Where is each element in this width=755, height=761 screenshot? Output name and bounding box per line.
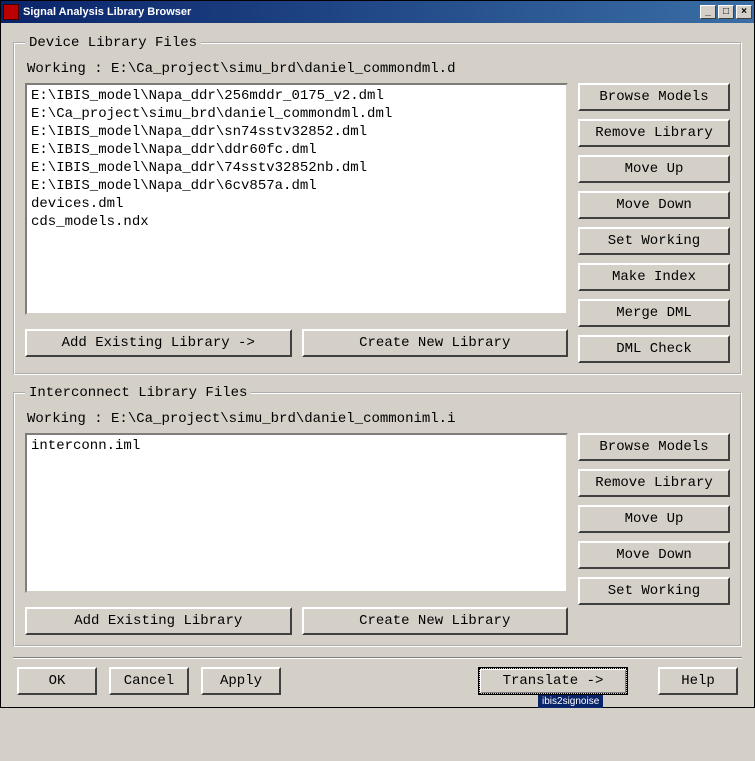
interconnect-side-buttons: Browse Models Remove Library Move Up Mov… [578,433,730,605]
interconnect-library-group: Interconnect Library Files Working : E:\… [13,385,742,647]
list-item[interactable]: E:\IBIS_model\Napa_ddr\ddr60fc.dml [31,141,562,159]
device-working-path: E:\Ca_project\simu_brd\daniel_commondml.… [111,61,455,77]
remove-library-button[interactable]: Remove Library [578,469,730,497]
translate-tooltip: ibis2signoise [538,695,603,708]
interconnect-working-line: Working : E:\Ca_project\simu_brd\daniel_… [27,411,730,427]
move-up-button[interactable]: Move Up [578,505,730,533]
window-controls: _ □ × [700,5,752,19]
move-down-button[interactable]: Move Down [578,541,730,569]
device-library-legend: Device Library Files [25,35,201,51]
window-title: Signal Analysis Library Browser [23,6,700,18]
add-existing-library-button[interactable]: Add Existing Library [25,607,292,635]
cancel-button[interactable]: Cancel [109,667,189,695]
list-item[interactable]: cds_models.ndx [31,213,562,231]
make-index-button[interactable]: Make Index [578,263,730,291]
help-button[interactable]: Help [658,667,738,695]
app-icon [3,4,19,20]
client-area: Device Library Files Working : E:\Ca_pro… [1,23,754,707]
list-item[interactable]: E:\IBIS_model\Napa_ddr\6cv857a.dml [31,177,562,195]
device-working-line: Working : E:\Ca_project\simu_brd\daniel_… [27,61,730,77]
app-window: Signal Analysis Library Browser _ □ × De… [0,0,755,708]
interconnect-working-label: Working : [27,411,103,427]
remove-library-button[interactable]: Remove Library [578,119,730,147]
list-item[interactable]: devices.dml [31,195,562,213]
set-working-button[interactable]: Set Working [578,577,730,605]
device-working-label: Working : [27,61,103,77]
device-library-group: Device Library Files Working : E:\Ca_pro… [13,35,742,375]
create-new-library-button[interactable]: Create New Library [302,329,569,357]
list-item[interactable]: E:\IBIS_model\Napa_ddr\256mddr_0175_v2.d… [31,87,562,105]
create-new-library-button[interactable]: Create New Library [302,607,569,635]
titlebar: Signal Analysis Library Browser _ □ × [1,1,754,23]
move-up-button[interactable]: Move Up [578,155,730,183]
apply-button[interactable]: Apply [201,667,281,695]
merge-dml-button[interactable]: Merge DML [578,299,730,327]
list-item[interactable]: interconn.iml [31,437,562,455]
dml-check-button[interactable]: DML Check [578,335,730,363]
add-existing-library-button[interactable]: Add Existing Library -> [25,329,292,357]
device-side-buttons: Browse Models Remove Library Move Up Mov… [578,83,730,363]
separator [13,657,742,659]
browse-models-button[interactable]: Browse Models [578,433,730,461]
footer-buttons: OK Cancel Apply Translate -> Help ibis2s… [13,663,742,695]
browse-models-button[interactable]: Browse Models [578,83,730,111]
translate-button[interactable]: Translate -> [478,667,628,695]
close-icon[interactable]: × [736,5,752,19]
set-working-button[interactable]: Set Working [578,227,730,255]
minimize-icon[interactable]: _ [700,5,716,19]
move-down-button[interactable]: Move Down [578,191,730,219]
list-item[interactable]: E:\IBIS_model\Napa_ddr\74sstv32852nb.dml [31,159,562,177]
maximize-icon[interactable]: □ [718,5,734,19]
list-item[interactable]: E:\Ca_project\simu_brd\daniel_commondml.… [31,105,562,123]
device-library-listbox[interactable]: E:\IBIS_model\Napa_ddr\256mddr_0175_v2.d… [25,83,568,315]
interconnect-library-legend: Interconnect Library Files [25,385,251,401]
interconnect-library-listbox[interactable]: interconn.iml [25,433,568,593]
interconnect-working-path: E:\Ca_project\simu_brd\daniel_commoniml.… [111,411,455,427]
ok-button[interactable]: OK [17,667,97,695]
list-item[interactable]: E:\IBIS_model\Napa_ddr\sn74sstv32852.dml [31,123,562,141]
